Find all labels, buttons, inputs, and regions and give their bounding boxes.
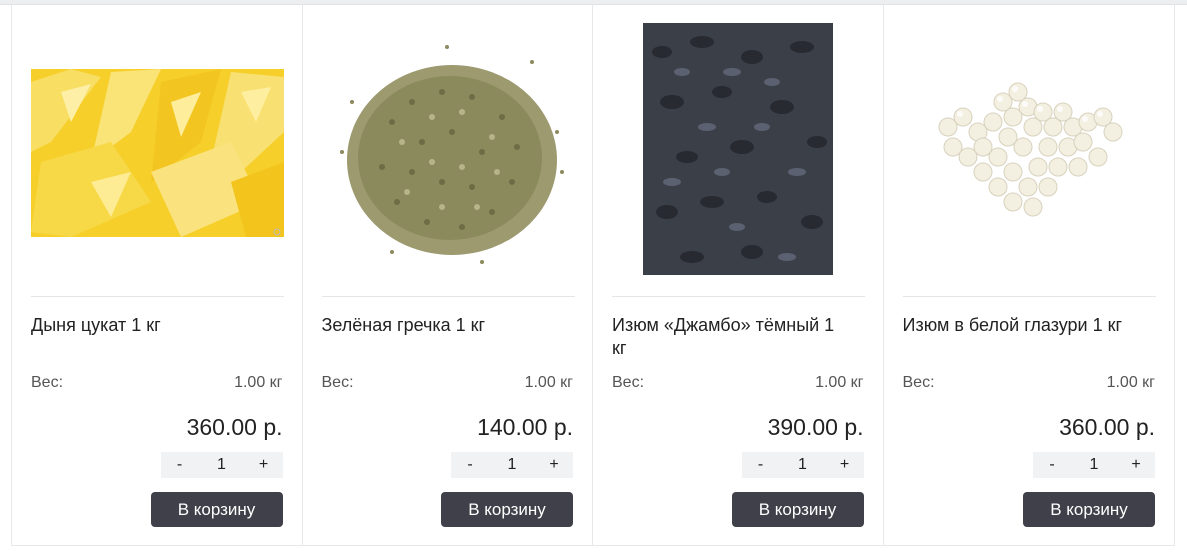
dark-raisins-image[interactable] <box>612 22 865 278</box>
weight-value: 1.00 кг <box>815 374 864 391</box>
product-name[interactable]: Дыня цукат 1 кг <box>31 314 271 337</box>
decrease-button[interactable]: - <box>1043 456 1061 474</box>
increase-button[interactable]: + <box>1127 456 1145 474</box>
decrease-button[interactable]: - <box>171 456 189 474</box>
product-price: 360.00 р. <box>186 414 283 440</box>
weight-value: 1.00 кг <box>524 374 573 391</box>
decrease-button[interactable]: - <box>752 456 770 474</box>
product-card: Дыня цукат 1 кг Вес: 1.00 кг 360.00 р. -… <box>12 4 303 545</box>
candied-melon-image[interactable] <box>31 22 284 278</box>
quantity-input[interactable]: 1 <box>783 456 823 474</box>
glazed-raisins-image[interactable] <box>902 22 1156 278</box>
card-divider <box>612 296 865 297</box>
card-divider <box>321 296 575 297</box>
weight-value: 1.00 кг <box>234 374 283 391</box>
weight-label: Вес: <box>31 374 64 391</box>
add-to-cart-button[interactable]: В корзину <box>441 492 573 527</box>
increase-button[interactable]: + <box>255 456 273 474</box>
add-to-cart-button[interactable]: В корзину <box>1023 492 1155 527</box>
weight-label: Вес: <box>902 374 935 391</box>
increase-button[interactable]: + <box>545 456 563 474</box>
quantity-input[interactable]: 1 <box>492 456 532 474</box>
add-to-cart-button[interactable]: В корзину <box>150 492 283 527</box>
product-name[interactable]: Зелёная гречка 1 кг <box>322 314 562 337</box>
quantity-input[interactable]: 1 <box>1074 456 1114 474</box>
weight-label: Вес: <box>612 374 645 391</box>
product-price: 140.00 р. <box>477 414 573 440</box>
quantity-stepper: - 1 + <box>451 452 573 478</box>
card-divider <box>31 296 284 297</box>
weight-label: Вес: <box>321 374 354 391</box>
quantity-stepper: - 1 + <box>741 452 864 478</box>
product-card: Изюм «Джамбо» тёмный 1 кг Вес: 1.00 кг 3… <box>593 4 884 545</box>
green-buckwheat-image[interactable] <box>321 22 575 278</box>
weight-value: 1.00 кг <box>1106 374 1155 391</box>
product-card: Изюм в белой глазури 1 кг Вес: 1.00 кг 3… <box>884 4 1175 545</box>
add-to-cart-button[interactable]: В корзину <box>731 492 864 527</box>
quantity-stepper: - 1 + <box>1033 452 1155 478</box>
quantity-input[interactable]: 1 <box>202 456 242 474</box>
card-divider <box>902 296 1156 297</box>
product-name[interactable]: Изюм в белой глазури 1 кг <box>903 314 1143 337</box>
decrease-button[interactable]: - <box>461 456 479 474</box>
quantity-stepper: - 1 + <box>160 452 283 478</box>
product-price: 360.00 р. <box>1059 414 1155 440</box>
product-price: 390.00 р. <box>767 414 864 440</box>
product-card: Зелёная гречка 1 кг Вес: 1.00 кг 140.00 … <box>303 4 593 545</box>
product-grid: Дыня цукат 1 кг Вес: 1.00 кг 360.00 р. -… <box>11 4 1175 546</box>
increase-button[interactable]: + <box>836 456 854 474</box>
product-name[interactable]: Изюм «Джамбо» тёмный 1 кг <box>612 314 852 360</box>
